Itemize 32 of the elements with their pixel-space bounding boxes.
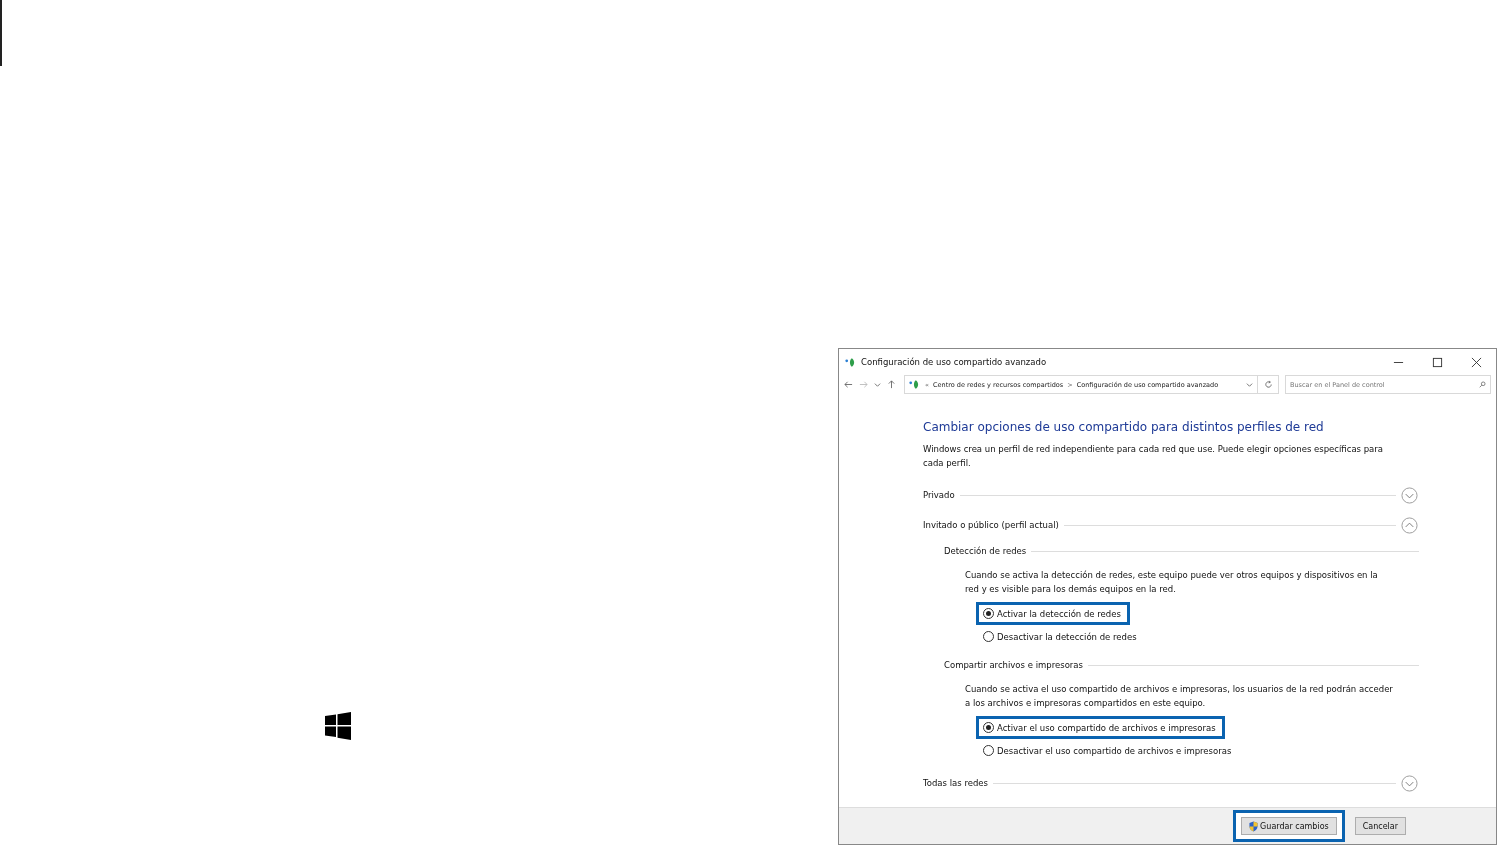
profile-label: Privado — [923, 490, 955, 500]
network-icon — [909, 379, 921, 390]
section-title: Compartir archivos e impresoras — [944, 660, 1083, 670]
radio-button[interactable] — [983, 631, 994, 642]
windows-logo-icon — [325, 712, 351, 740]
section-description: Cuando se activa la detección de redes, este equipo puede ver otros equipos y dispositivos en la red y es visible para los demás equipos en la red. — [964, 569, 1379, 596]
search-icon — [1479, 381, 1486, 388]
profile-label: Invitado o público (perfil actual) — [923, 520, 1059, 530]
radio-option[interactable]: Desactivar el uso compartido de archivos e impresoras — [976, 739, 1241, 762]
up-arrow-icon[interactable] — [887, 380, 896, 389]
maximize-icon[interactable] — [1432, 356, 1443, 368]
radio-button[interactable] — [983, 745, 994, 756]
dialog-button[interactable]: Guardar cambios — [1241, 817, 1337, 835]
intro-text: Windows crea un perfil de red independiente para cada red que use. Puede elegir opciones específicas para cada perfil. — [923, 443, 1385, 470]
shield-icon — [1249, 820, 1259, 832]
dropdown-caret-icon[interactable] — [874, 381, 881, 388]
close-icon[interactable] — [1471, 356, 1482, 368]
back-arrow-icon[interactable] — [844, 380, 853, 389]
radio-button[interactable] — [983, 608, 994, 619]
profile-label: Todas las redes — [923, 778, 988, 788]
section-title: Detección de redes — [944, 546, 1027, 556]
highlighted-radio-option[interactable]: Activar la detección de redes — [976, 602, 1130, 625]
radio-option[interactable]: Desactivar la detección de redes — [976, 625, 1146, 648]
dialog-button[interactable]: Cancelar — [1354, 817, 1406, 835]
radio-button[interactable] — [983, 722, 994, 733]
highlighted-radio-option[interactable]: Activar el uso compartido de archivos e impresoras — [976, 716, 1225, 739]
page-heading: Cambiar opciones de uso compartido para distintos perfiles de red — [923, 420, 1325, 434]
network-icon — [845, 356, 857, 368]
window-title: Configuración de uso compartido avanzado — [861, 357, 1047, 367]
dropdown-caret-icon[interactable] — [1246, 381, 1253, 388]
section-description: Cuando se activa el uso compartido de archivos e impresoras, los usuarios de la red podrán acceder a los archivos e impresoras compartidos en este equipo. — [964, 683, 1394, 710]
refresh-icon — [1263, 380, 1273, 389]
